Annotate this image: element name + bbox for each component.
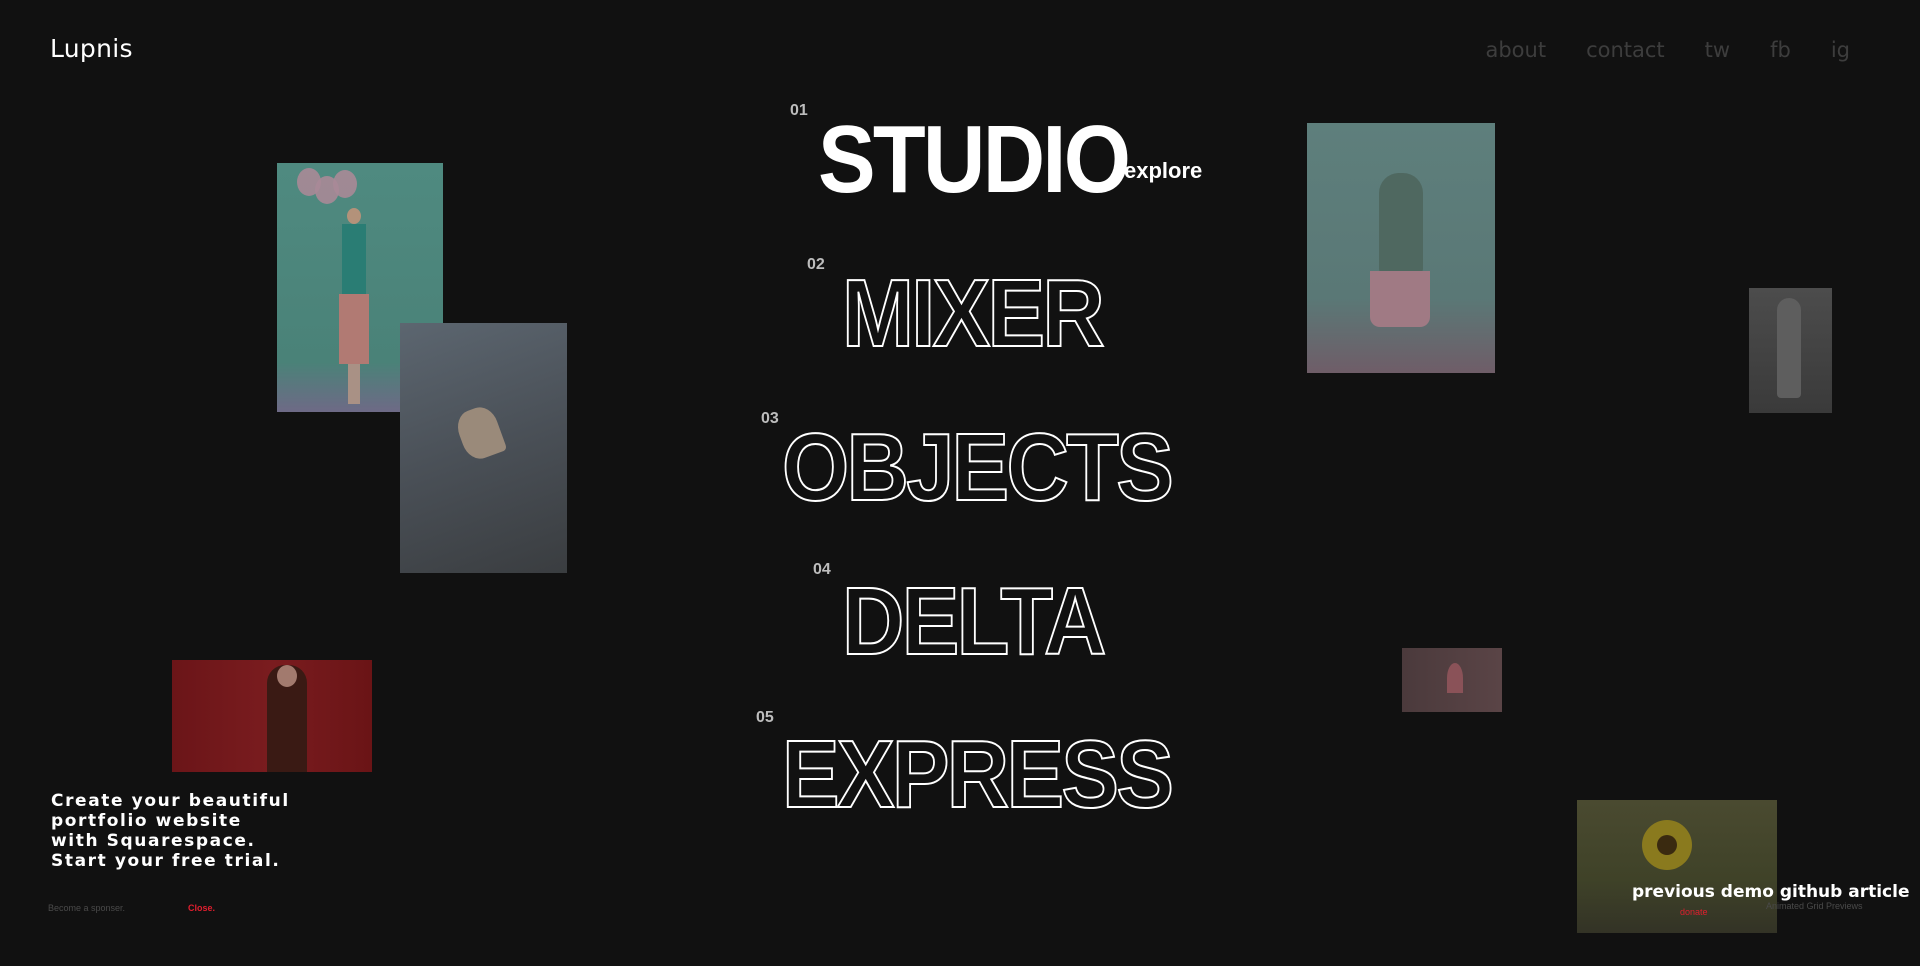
- sponsor-promo-text[interactable]: Create your beautiful portfolio website …: [51, 791, 291, 871]
- menu-label: DELTA: [841, 568, 1107, 675]
- footer-links: previous demo github article: [1632, 882, 1910, 902]
- previous-demo-link[interactable]: previous demo: [1632, 882, 1774, 902]
- shoe-shape: [452, 402, 508, 464]
- nav-contact[interactable]: contact: [1586, 38, 1665, 62]
- explore-link[interactable]: explore: [1124, 158, 1202, 184]
- preview-image-seated-woman: [1749, 288, 1832, 413]
- top-nav: about contact tw fb ig: [1485, 38, 1850, 62]
- preview-image-cactus: [1307, 123, 1495, 373]
- preview-image-red-woman: [172, 660, 372, 772]
- menu-number: 04: [813, 561, 831, 578]
- nav-about[interactable]: about: [1485, 38, 1546, 62]
- menu-number: 05: [756, 709, 774, 726]
- menu-label: OBJECTS: [781, 414, 1175, 521]
- preview-image-ice-cream: [1402, 648, 1502, 712]
- menu-number: 03: [761, 410, 779, 427]
- pot-shape: [1370, 271, 1430, 327]
- woman-figure: [267, 665, 307, 772]
- nav-facebook[interactable]: fb: [1770, 38, 1791, 62]
- close-promo-button[interactable]: Close.: [188, 903, 215, 913]
- preview-image-shoe: [400, 323, 567, 573]
- preview-image-sunflower: [1577, 800, 1777, 933]
- donate-link[interactable]: donate: [1680, 907, 1708, 917]
- woman-figure: [1777, 298, 1801, 398]
- menu-label: EXPRESS: [781, 721, 1175, 828]
- site-logo[interactable]: Lupnis: [50, 34, 133, 63]
- ice-cream-shape: [1447, 663, 1463, 693]
- nav-instagram[interactable]: ig: [1831, 38, 1850, 62]
- article-link[interactable]: article: [1848, 882, 1909, 902]
- demo-subtitle: Animated Grid Previews: [1766, 901, 1863, 911]
- become-sponsor-link[interactable]: Become a sponser.: [48, 903, 125, 913]
- menu-number: 01: [790, 102, 808, 119]
- cactus-shape: [1379, 173, 1423, 273]
- sunflower-shape: [1642, 820, 1692, 870]
- menu-number: 02: [807, 256, 825, 273]
- girl-figure: [339, 208, 369, 404]
- nav-twitter[interactable]: tw: [1705, 38, 1730, 62]
- github-link[interactable]: github: [1780, 882, 1843, 902]
- menu-label: MIXER: [841, 260, 1106, 367]
- menu-label: STUDIO: [818, 106, 1131, 213]
